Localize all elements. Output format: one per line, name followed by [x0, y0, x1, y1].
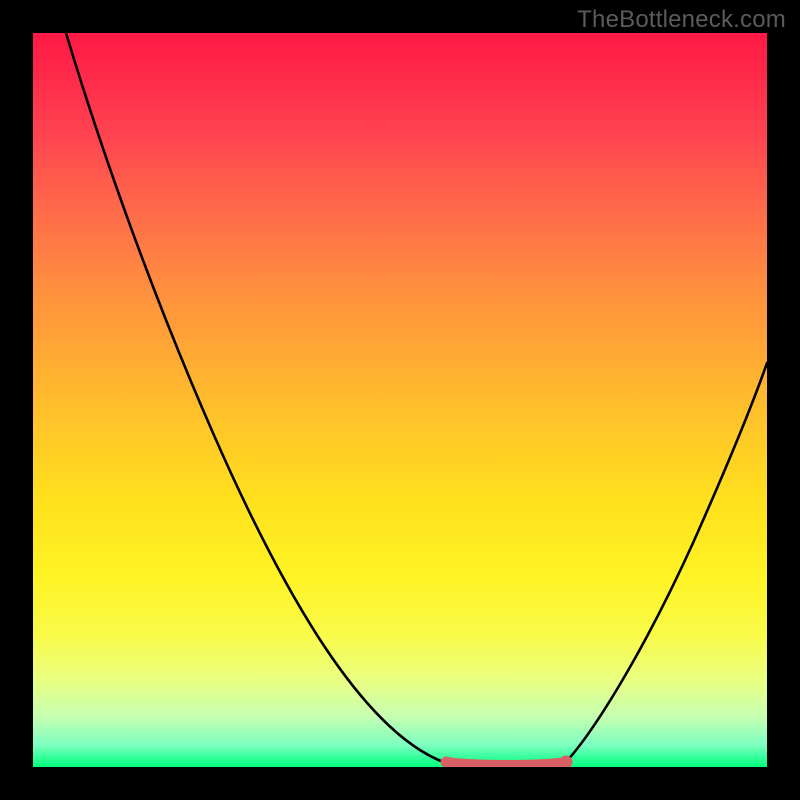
chart-plot-area: [33, 33, 767, 767]
gradient-background: [33, 33, 767, 767]
watermark-text: TheBottleneck.com: [577, 6, 786, 34]
